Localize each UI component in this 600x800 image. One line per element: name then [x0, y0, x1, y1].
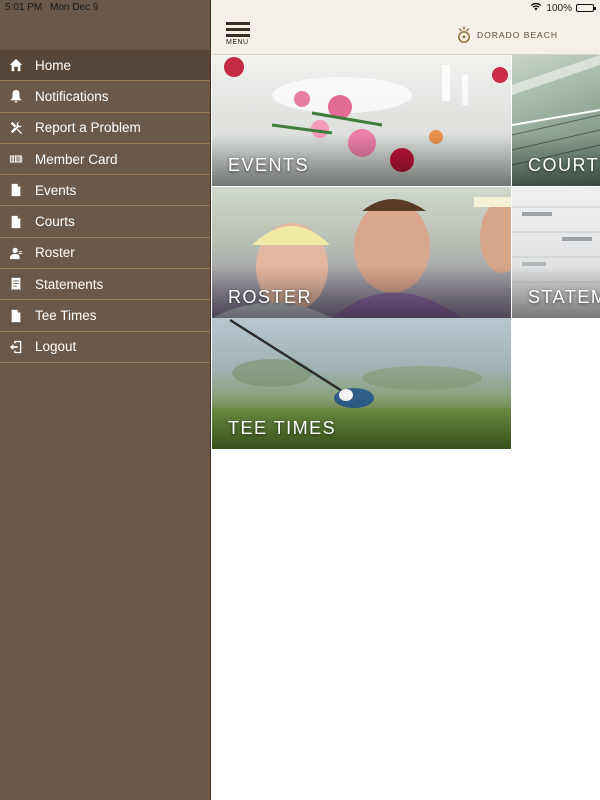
wifi-icon: [530, 2, 542, 14]
tile-label: ROSTER: [228, 287, 313, 307]
sidebar-item-label: Report a Problem: [35, 120, 141, 136]
status-bar: 5:01 PM Mon Dec 9 100%: [0, 0, 600, 16]
sidebar-item-tee-times[interactable]: Tee Times: [0, 300, 210, 332]
sidebar-item-statements[interactable]: Statements: [0, 269, 210, 301]
status-time: 5:01 PM: [5, 2, 43, 13]
sidebar-item-notifications[interactable]: Notifications: [0, 81, 210, 113]
sidebar-menu: Home Notifications Report a Problem Memb…: [0, 50, 210, 363]
sidebar-item-home[interactable]: Home: [0, 50, 210, 82]
status-right: 100%: [530, 2, 596, 14]
sidebar-item-events[interactable]: Events: [0, 175, 210, 207]
sidebar-item-report-problem[interactable]: Report a Problem: [0, 113, 210, 144]
sidebar-item-courts[interactable]: Courts: [0, 206, 210, 238]
sidebar-item-label: Courts: [35, 214, 75, 230]
document-icon: [8, 214, 24, 230]
menu-label: MENU: [226, 39, 249, 46]
tile-events[interactable]: EVENTS: [212, 55, 511, 186]
battery-icon: [576, 4, 596, 12]
tile-roster[interactable]: ROSTER: [212, 187, 511, 318]
barcode-icon: [8, 151, 24, 167]
sidebar-item-label: Events: [35, 182, 77, 198]
sun-logo-icon: [458, 26, 470, 43]
sidebar-item-label: Logout: [35, 339, 77, 355]
home-icon: [8, 57, 24, 73]
status-date: Mon Dec 9: [50, 2, 99, 13]
sidebar-item-label: Statements: [35, 276, 104, 292]
bell-icon: [8, 88, 24, 104]
sidebar-item-logout[interactable]: Logout: [0, 332, 210, 363]
tile-label: COURTS: [528, 155, 600, 175]
tools-icon: [8, 120, 24, 136]
tile-label: EVENTS: [228, 155, 310, 175]
person-icon: [8, 245, 24, 261]
home-tiles: EVENTS COURTS ROSTER: [212, 55, 600, 449]
sidebar: Home Notifications Report a Problem Memb…: [0, 0, 211, 800]
sidebar-item-label: Tee Times: [35, 308, 97, 324]
tile-tee-times[interactable]: TEE TIMES: [212, 318, 511, 449]
receipt-icon: [8, 276, 24, 292]
sidebar-item-label: Home: [35, 57, 72, 73]
sidebar-item-label: Member Card: [35, 151, 118, 167]
sidebar-item-label: Roster: [35, 245, 75, 261]
battery-percent: 100%: [546, 2, 572, 14]
tile-label: TEE TIMES: [228, 418, 337, 438]
tile-courts[interactable]: COURTS: [512, 55, 600, 186]
sidebar-item-member-card[interactable]: Member Card: [0, 144, 210, 176]
brand-logo: DORADO BEACH: [456, 26, 558, 44]
logout-icon: [8, 339, 24, 355]
tile-statements[interactable]: STATEMENTS: [512, 187, 600, 318]
tile-label: STATEMENTS: [528, 287, 600, 307]
document-icon: [8, 182, 24, 198]
brand-name: DORADO BEACH: [477, 30, 558, 40]
document-icon: [8, 308, 24, 324]
sidebar-item-roster[interactable]: Roster: [0, 238, 210, 270]
menu-button[interactable]: MENU: [226, 22, 250, 46]
sidebar-item-label: Notifications: [35, 88, 109, 104]
